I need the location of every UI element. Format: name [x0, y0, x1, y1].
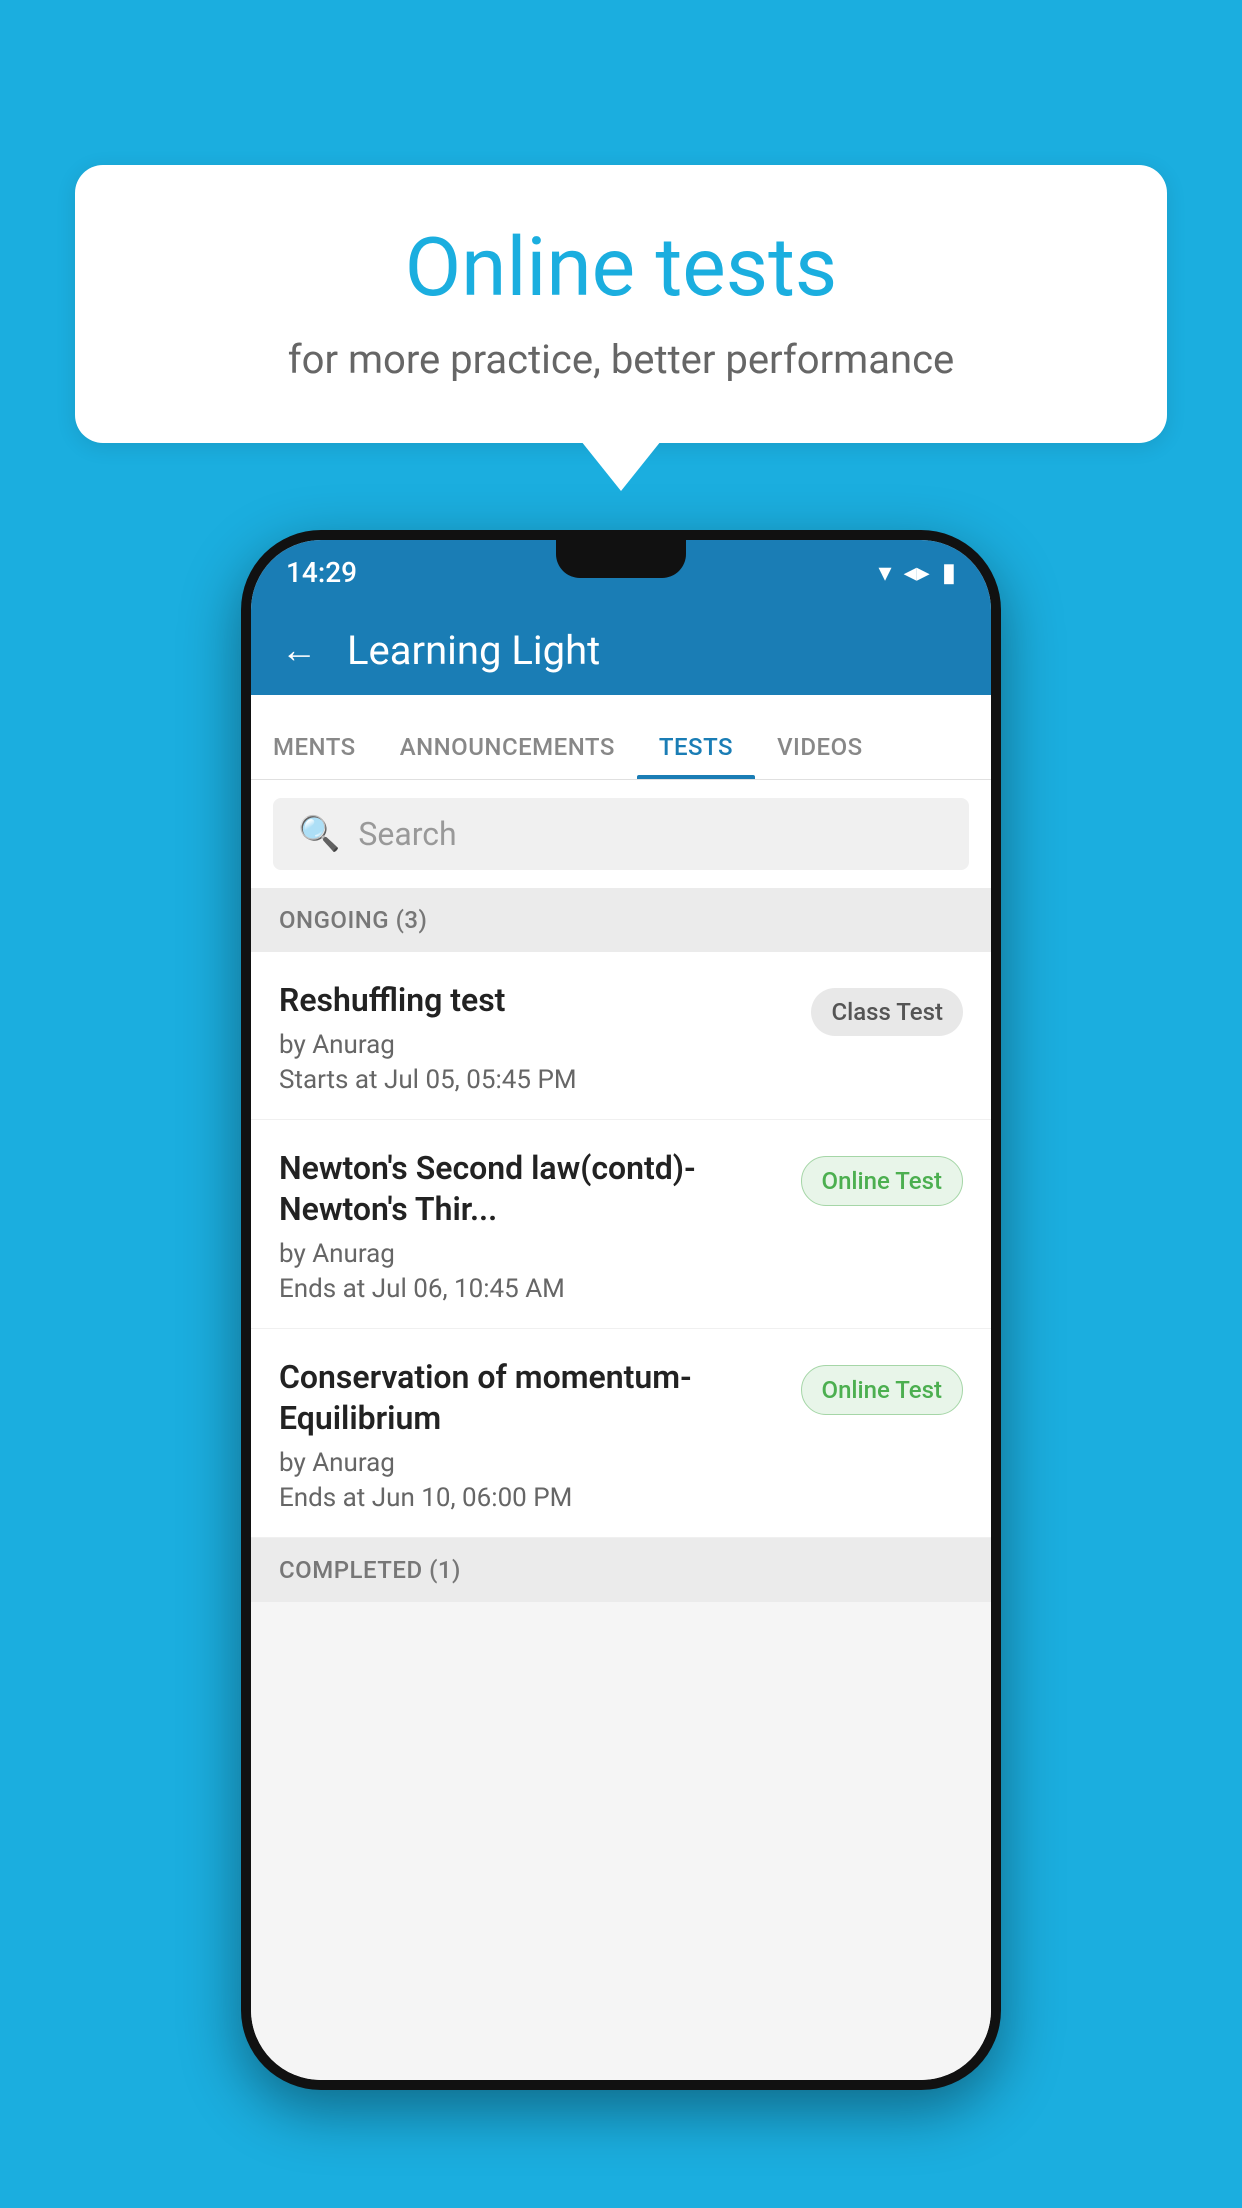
ongoing-title: ONGOING (3) — [279, 906, 427, 934]
phone-screen: 14:29 ▾ ◂▸ ▮ ← Learning Light MENTS ANNO… — [251, 540, 991, 2080]
tab-tests[interactable]: TESTS — [637, 733, 755, 779]
test-badge-online-2: Online Test — [801, 1365, 963, 1415]
phone-frame: 14:29 ▾ ◂▸ ▮ ← Learning Light MENTS ANNO… — [241, 530, 1001, 2090]
tabs-bar: MENTS ANNOUNCEMENTS TESTS VIDEOS — [251, 695, 991, 780]
promo-title: Online tests — [135, 220, 1107, 316]
test-info: Reshuffling test by Anurag Starts at Jul… — [279, 980, 811, 1095]
test-date: Ends at Jul 06, 10:45 AM — [279, 1274, 781, 1304]
test-info: Newton's Second law(contd)-Newton's Thir… — [279, 1148, 801, 1304]
app-header: ← Learning Light — [251, 605, 991, 695]
battery-icon: ▮ — [942, 558, 956, 588]
tab-announcements[interactable]: ANNOUNCEMENTS — [378, 733, 637, 779]
search-bar-container: 🔍 Search — [251, 780, 991, 888]
test-author: by Anurag — [279, 1448, 781, 1478]
search-placeholder: Search — [358, 815, 456, 853]
search-icon: 🔍 — [298, 814, 340, 854]
test-date: Starts at Jul 05, 05:45 PM — [279, 1065, 791, 1095]
app-title: Learning Light — [347, 627, 600, 674]
tab-ments[interactable]: MENTS — [251, 733, 378, 779]
test-info: Conservation of momentum-Equilibrium by … — [279, 1357, 801, 1513]
search-input[interactable]: 🔍 Search — [273, 798, 969, 870]
status-icons: ▾ ◂▸ ▮ — [879, 558, 956, 588]
promo-card: Online tests for more practice, better p… — [75, 165, 1167, 443]
test-list: Reshuffling test by Anurag Starts at Jul… — [251, 952, 991, 1538]
phone-content: 🔍 Search ONGOING (3) Reshuffling test by… — [251, 780, 991, 2080]
test-item[interactable]: Conservation of momentum-Equilibrium by … — [251, 1329, 991, 1538]
test-name: Reshuffling test — [279, 980, 791, 1022]
promo-subtitle: for more practice, better performance — [135, 336, 1107, 383]
status-bar: 14:29 ▾ ◂▸ ▮ — [251, 540, 991, 605]
test-author: by Anurag — [279, 1239, 781, 1269]
test-name: Conservation of momentum-Equilibrium — [279, 1357, 781, 1440]
ongoing-section-header: ONGOING (3) — [251, 888, 991, 952]
status-time: 14:29 — [286, 556, 357, 589]
tab-videos[interactable]: VIDEOS — [755, 733, 885, 779]
test-name: Newton's Second law(contd)-Newton's Thir… — [279, 1148, 781, 1231]
wifi-icon: ▾ — [879, 558, 892, 588]
notch — [556, 540, 686, 578]
test-author: by Anurag — [279, 1030, 791, 1060]
completed-title: COMPLETED (1) — [279, 1556, 461, 1584]
completed-section-header: COMPLETED (1) — [251, 1538, 991, 1602]
signal-icon: ◂▸ — [904, 558, 930, 588]
test-item[interactable]: Newton's Second law(contd)-Newton's Thir… — [251, 1120, 991, 1329]
back-button[interactable]: ← — [281, 629, 317, 671]
test-date: Ends at Jun 10, 06:00 PM — [279, 1483, 781, 1513]
test-badge-online: Online Test — [801, 1156, 963, 1206]
test-item[interactable]: Reshuffling test by Anurag Starts at Jul… — [251, 952, 991, 1120]
test-badge-class: Class Test — [811, 988, 963, 1036]
